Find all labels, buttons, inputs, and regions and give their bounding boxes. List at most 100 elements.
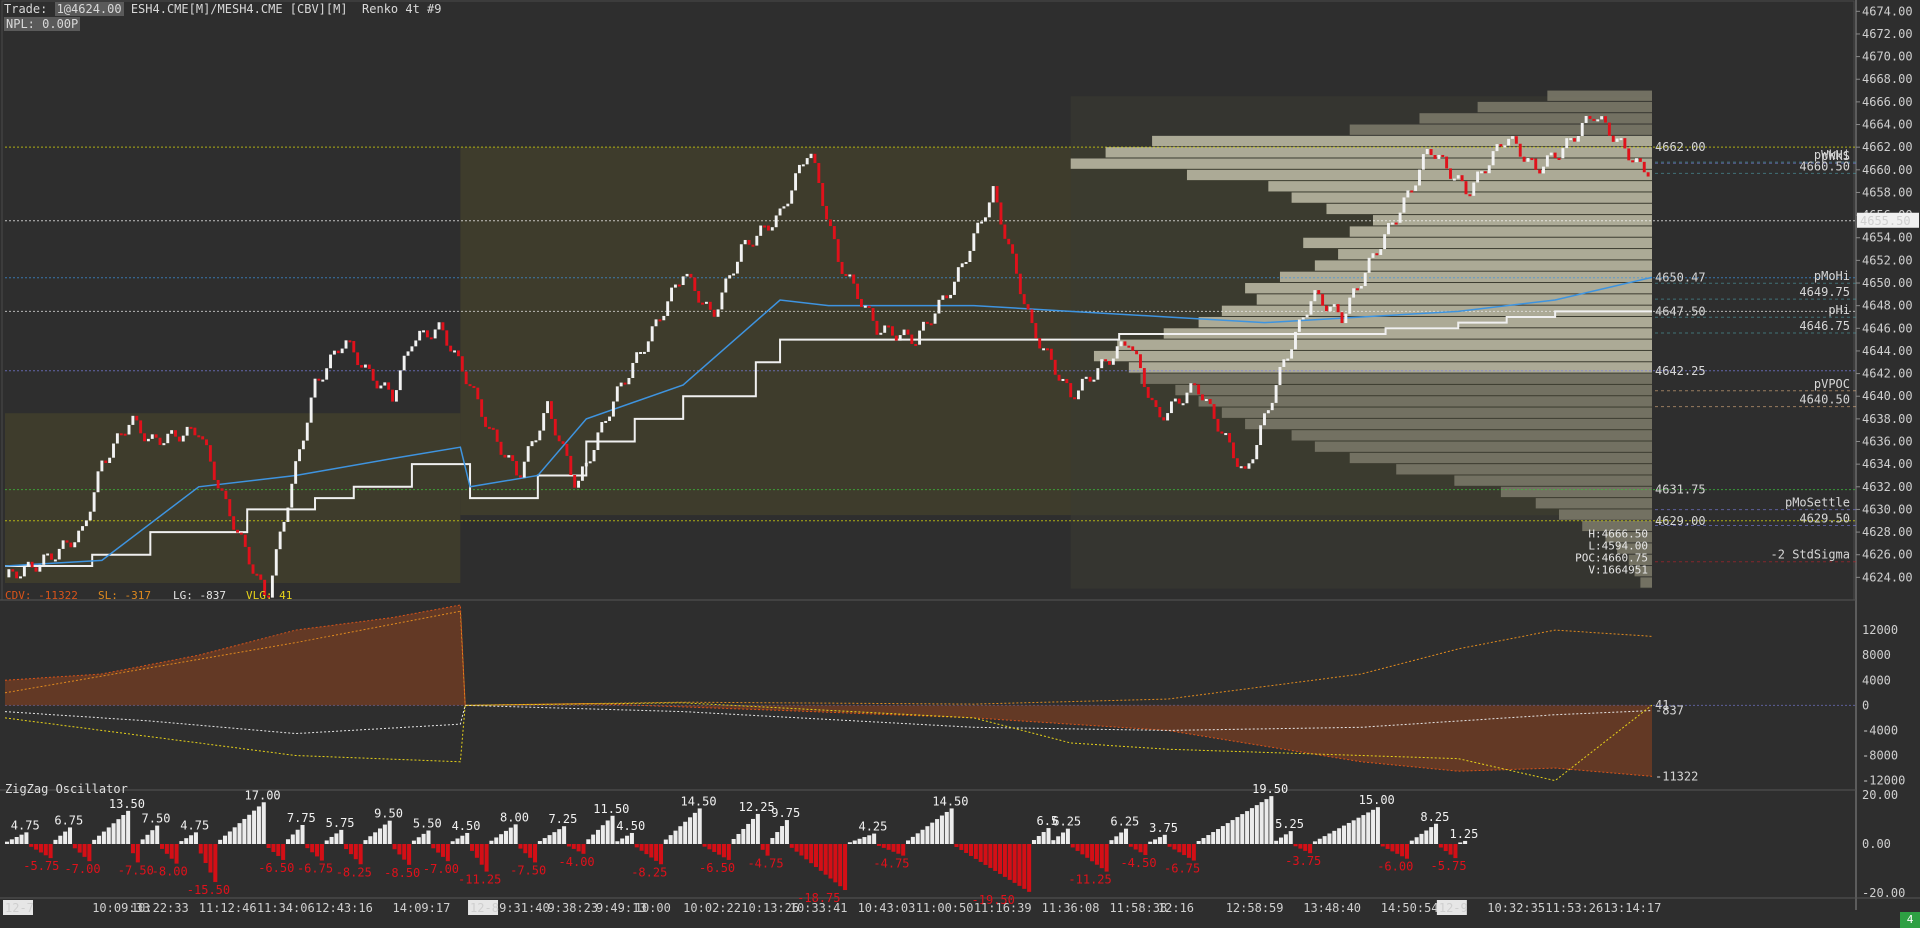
zigzag-bar (503, 830, 508, 844)
zigzag-bar (329, 836, 334, 844)
renko-brick (1166, 413, 1170, 421)
renko-brick (1080, 378, 1084, 391)
zigzag-bar (537, 841, 542, 844)
renko-brick (921, 321, 925, 331)
renko-brick (92, 492, 96, 512)
zigzag-bar (668, 835, 673, 844)
zigzag-bar (14, 837, 19, 844)
renko-brick (232, 516, 236, 530)
zigzag-bar (906, 840, 911, 844)
renko-brick (1623, 138, 1627, 149)
renko-brick (305, 422, 309, 441)
renko-brick (1251, 459, 1255, 464)
zigzag-tick-label: -20.00 (1862, 886, 1905, 900)
renko-brick (1642, 161, 1646, 173)
zigzag-bar (1463, 840, 1468, 844)
connection-status-badge[interactable]: 4 (1900, 912, 1920, 928)
price-tick-label: 4652.00 (1862, 253, 1913, 267)
reference-level-label: pVPOC (1814, 377, 1850, 391)
zigzag-bar (247, 814, 252, 844)
renko-brick (759, 225, 763, 236)
renko-brick (1173, 398, 1177, 402)
zigzag-swing-label: 9.50 (374, 807, 403, 821)
zigzag-bar (1438, 844, 1443, 848)
renko-brick (1553, 152, 1557, 159)
renko-brick (1189, 383, 1193, 393)
renko-brick (879, 332, 883, 335)
zigzag-swing-label: 4.25 (858, 820, 887, 834)
renko-brick (104, 460, 108, 463)
renko-brick (1487, 165, 1491, 174)
time-tick-label: 11:00:50 (916, 901, 974, 915)
renko-brick (1197, 384, 1201, 395)
price-tick-label: 4660.00 (1862, 163, 1913, 177)
zigzag-bar (450, 841, 455, 844)
price-tick-label: 4644.00 (1862, 344, 1913, 358)
price-tick-label: 4668.00 (1862, 72, 1913, 86)
zigzag-bar (1090, 844, 1095, 862)
delta-tick-label: 0 (1862, 698, 1869, 712)
zigzag-bar (1429, 827, 1434, 844)
renko-brick (577, 480, 580, 488)
renko-brick (212, 461, 216, 480)
renko-brick (646, 341, 650, 352)
renko-brick (673, 284, 677, 288)
renko-brick (425, 330, 429, 338)
renko-brick (1425, 149, 1429, 155)
time-tick-label: 12:58:59 (1226, 901, 1284, 915)
renko-brick (914, 343, 918, 346)
renko-brick (592, 450, 596, 462)
zigzag-bar (198, 844, 203, 854)
renko-brick (1266, 410, 1270, 414)
renko-brick (1565, 138, 1569, 149)
zigzag-bar (508, 827, 513, 844)
zigzag-bar (809, 844, 814, 864)
renko-brick (871, 307, 875, 321)
zigzag-bar (799, 844, 804, 856)
delta-tick-label: 8000 (1862, 648, 1891, 662)
time-tick-label: 10:43:03 (858, 901, 916, 915)
renko-brick (50, 553, 53, 560)
delta-end-label: -837 (1655, 704, 1684, 718)
renko-brick (1433, 155, 1437, 159)
zigzag-bar (1167, 844, 1172, 847)
zigzag-swing-label: 9.75 (771, 806, 800, 820)
renko-brick (530, 441, 534, 447)
zigzag-bar (600, 825, 605, 844)
zigzag-bar (1424, 830, 1429, 844)
renko-brick (1476, 171, 1480, 183)
zigzag-swing-label: -7.00 (423, 862, 459, 876)
price-chart-canvas[interactable]: 4624.00 4626.00 4628.00 4630.00 4632.00 4634.… (0, 0, 1920, 928)
zigzag-bar (1051, 840, 1056, 844)
zigzag-bar (1453, 844, 1458, 859)
zigzag-bar (1298, 844, 1303, 849)
zigzag-bar (470, 844, 475, 851)
zigzag-bar (407, 844, 412, 865)
renko-brick (1611, 135, 1615, 142)
zigzag-bar (789, 844, 794, 848)
time-tick-label: 14:50:54 (1381, 901, 1439, 915)
zigzag-bar (949, 808, 954, 844)
renko-brick (1452, 178, 1456, 181)
renko-brick (1142, 368, 1146, 388)
zigzag-bar (421, 833, 426, 844)
renko-brick (999, 202, 1003, 225)
zigzag-bar (639, 844, 644, 851)
renko-brick (1495, 144, 1499, 152)
renko-brick (1181, 403, 1185, 406)
zigzag-bar (881, 844, 886, 848)
zigzag-swing-label: -15.50 (187, 883, 230, 897)
vlg-stat: VLG: 41 (246, 589, 293, 602)
renko-brick (836, 239, 840, 262)
renko-brick (255, 573, 259, 576)
zigzag-bar (964, 844, 969, 853)
zigzag-bar (334, 833, 339, 844)
zigzag-bar (780, 826, 785, 844)
renko-brick (856, 283, 860, 299)
renko-brick (1387, 223, 1390, 235)
volume-profile-bar (1349, 452, 1652, 464)
delta-tick-label: -8000 (1862, 749, 1898, 763)
renko-brick (1270, 402, 1274, 411)
zigzag-bar (1196, 841, 1201, 844)
renko-brick (201, 436, 205, 440)
